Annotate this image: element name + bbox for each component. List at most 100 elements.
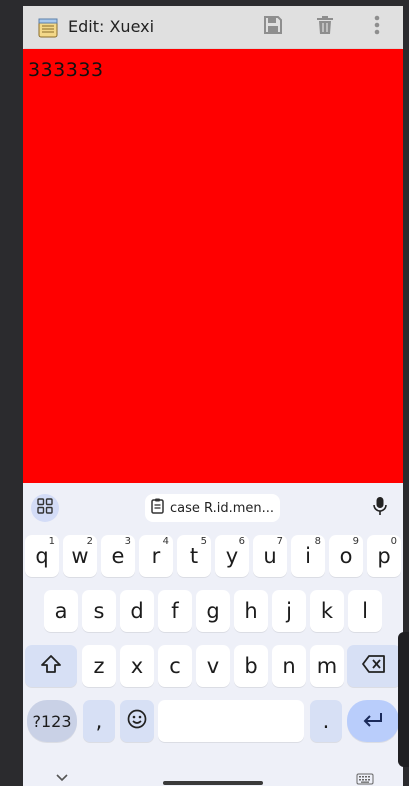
key-a[interactable]: a <box>44 590 78 632</box>
key-h[interactable]: h <box>234 590 268 632</box>
key-label: d <box>130 599 144 623</box>
key-o[interactable]: o9 <box>329 535 363 577</box>
key-f[interactable]: f <box>158 590 192 632</box>
key-label: j <box>286 599 292 623</box>
keyboard-switch-button[interactable] <box>356 770 374 786</box>
key-hint: 9 <box>352 536 359 547</box>
key-j[interactable]: j <box>272 590 306 632</box>
key-y[interactable]: y6 <box>215 535 249 577</box>
text-editor[interactable]: 333333 <box>23 49 403 483</box>
key-c[interactable]: c <box>158 645 192 687</box>
overflow-menu-button[interactable] <box>364 14 390 40</box>
key-hint: 3 <box>124 536 131 547</box>
soft-keyboard: case R.id.men... q1 w2 e3 r4 t5 y6 u7 i8… <box>23 483 403 786</box>
title-bar: Edit: Xuexi <box>23 6 403 48</box>
more-vert-icon <box>374 15 380 39</box>
key-label: v <box>206 654 220 678</box>
key-v[interactable]: v <box>196 645 230 687</box>
key-label: c <box>169 654 181 678</box>
key-m[interactable]: m <box>310 645 344 687</box>
hide-keyboard-button[interactable] <box>55 767 69 786</box>
key-label: n <box>282 654 296 678</box>
emoji-key[interactable] <box>120 700 154 742</box>
keyboard-icon <box>356 770 374 786</box>
enter-key[interactable] <box>347 700 399 742</box>
key-i[interactable]: i8 <box>291 535 325 577</box>
key-label: p <box>377 544 391 568</box>
key-hint: 4 <box>162 536 169 547</box>
save-icon <box>263 15 283 39</box>
key-label: . <box>322 709 330 733</box>
key-hint: 0 <box>390 536 397 547</box>
key-label: k <box>320 599 334 623</box>
key-label: a <box>54 599 68 623</box>
key-n[interactable]: n <box>272 645 306 687</box>
key-e[interactable]: e3 <box>101 535 135 577</box>
clipboard-suggestion-chip[interactable]: case R.id.men... <box>145 494 280 522</box>
key-label: ?123 <box>32 711 72 731</box>
editor-content: 333333 <box>28 59 104 81</box>
key-z[interactable]: z <box>82 645 116 687</box>
delete-button[interactable] <box>312 14 338 40</box>
key-hint: 2 <box>86 536 93 547</box>
key-label: o <box>339 544 353 568</box>
key-label: i <box>305 544 311 568</box>
backspace-icon <box>362 654 386 678</box>
shift-icon <box>40 654 62 679</box>
key-b[interactable]: b <box>234 645 268 687</box>
key-s[interactable]: s <box>82 590 116 632</box>
key-hint: 8 <box>314 536 321 547</box>
key-hint: 5 <box>200 536 207 547</box>
key-w[interactable]: w2 <box>63 535 97 577</box>
key-u[interactable]: u7 <box>253 535 287 577</box>
spacebar[interactable] <box>158 700 304 742</box>
key-label: w <box>71 544 89 568</box>
notepad-app-icon <box>37 16 59 38</box>
key-label: f <box>171 599 179 623</box>
key-hint: 7 <box>276 536 283 547</box>
side-panel-handle[interactable] <box>398 632 409 767</box>
enter-icon <box>362 709 384 733</box>
backspace-key[interactable] <box>347 645 401 687</box>
key-label: , <box>95 709 103 733</box>
key-p[interactable]: p0 <box>367 535 401 577</box>
app-screen: Edit: Xuexi 333333 case R.id.men... q 1 … <box>23 6 403 786</box>
key-label: r <box>151 544 161 568</box>
save-button[interactable] <box>260 14 286 40</box>
key-label: y <box>225 544 239 568</box>
key-k[interactable]: k <box>310 590 344 632</box>
comma-key[interactable]: , <box>83 700 115 742</box>
key-label: x <box>130 654 144 678</box>
key-x[interactable]: x <box>120 645 154 687</box>
chevron-down-icon <box>55 767 69 786</box>
key-label: s <box>93 599 105 623</box>
symbols-key[interactable]: ?123 <box>27 700 77 742</box>
period-key[interactable]: . <box>310 700 342 742</box>
key-t[interactable]: t5 <box>177 535 211 577</box>
apps-grid-icon <box>37 498 53 518</box>
key-label: z <box>93 654 105 678</box>
apps-grid-button[interactable] <box>31 494 59 522</box>
key-g[interactable]: g <box>196 590 230 632</box>
voice-input-button[interactable] <box>366 494 394 522</box>
key-label: g <box>206 599 220 623</box>
key-label: b <box>244 654 258 678</box>
key-label: u <box>263 544 277 568</box>
gesture-home-bar[interactable] <box>163 781 263 785</box>
key-hint: 1 <box>48 536 55 547</box>
key-q[interactable]: q1 <box>25 535 59 577</box>
key-label: l <box>362 599 368 623</box>
key-hint: 6 <box>238 536 245 547</box>
key-label: m <box>316 654 338 678</box>
key-label: h <box>244 599 258 623</box>
mic-icon <box>373 496 387 520</box>
shift-key[interactable] <box>25 645 77 687</box>
key-label: t <box>189 544 199 568</box>
clipboard-icon <box>151 498 164 518</box>
key-label: e <box>111 544 125 568</box>
key-l[interactable]: l <box>348 590 382 632</box>
key-d[interactable]: d <box>120 590 154 632</box>
page-title: Edit: Xuexi <box>68 17 155 36</box>
key-r[interactable]: r4 <box>139 535 173 577</box>
delete-icon <box>316 15 334 39</box>
